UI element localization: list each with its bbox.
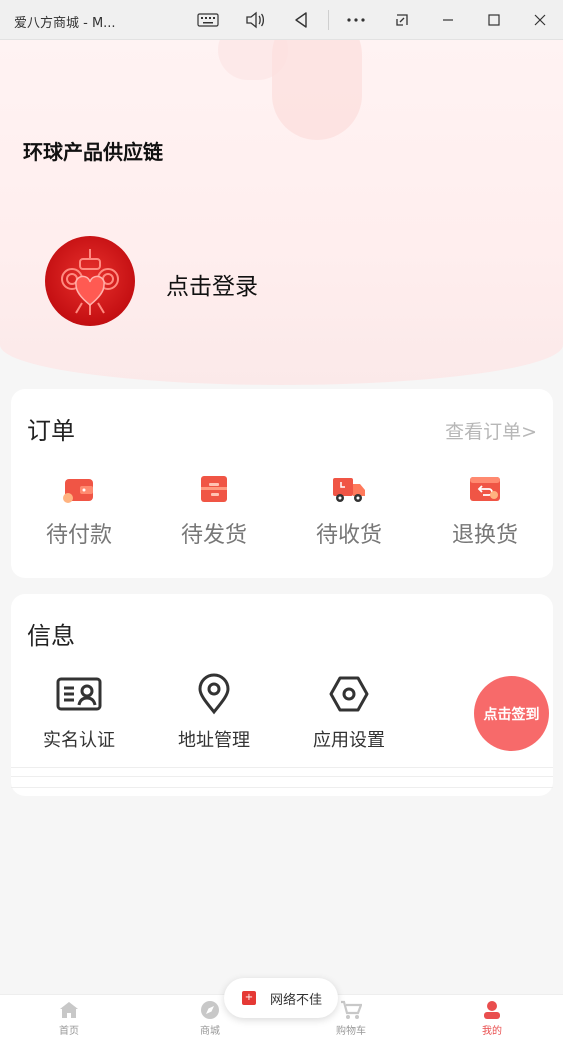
- warning-icon: +: [242, 991, 256, 1005]
- popout-icon[interactable]: [390, 8, 414, 32]
- tab-label: 购物车: [336, 1026, 366, 1037]
- maximize-icon[interactable]: [482, 8, 506, 32]
- tab-label: 首页: [59, 1026, 79, 1037]
- box-icon: [196, 471, 232, 507]
- minimize-icon[interactable]: [436, 8, 460, 32]
- close-icon[interactable]: [528, 8, 552, 32]
- address-management[interactable]: 地址管理: [159, 670, 269, 752]
- id-card-icon: [55, 670, 103, 718]
- info-label: 应用设置: [313, 730, 385, 751]
- back-icon[interactable]: [289, 8, 313, 32]
- home-icon: [58, 999, 80, 1021]
- sign-in-button[interactable]: 点击签到: [474, 676, 549, 751]
- orders-card: 订单 查看订单> 待付款 待发货 待收货 退换货: [11, 389, 553, 578]
- brand-title: 环球产品供应链: [23, 140, 163, 164]
- return-icon: [467, 471, 503, 507]
- truck-icon: [331, 471, 367, 507]
- order-pending-receipt[interactable]: 待收货: [294, 471, 404, 549]
- info-card: 信息 实名认证 地址管理 应用设置: [11, 594, 553, 796]
- info-label: 实名认证: [43, 730, 115, 751]
- tab-home[interactable]: 首页: [29, 999, 109, 1037]
- app-settings[interactable]: 应用设置: [294, 670, 404, 752]
- window-title: 爱八方商城 - M...: [14, 16, 116, 31]
- user-icon: [481, 999, 503, 1021]
- login-link[interactable]: 点击登录: [166, 267, 258, 301]
- volume-icon[interactable]: [243, 8, 267, 32]
- decorative-bubble: [272, 40, 362, 140]
- compass-icon: [199, 999, 221, 1021]
- tab-mine[interactable]: 我的: [452, 999, 532, 1037]
- divider: [11, 787, 553, 788]
- real-name-verification[interactable]: 实名认证: [24, 670, 134, 752]
- avatar[interactable]: [45, 236, 135, 326]
- order-returns[interactable]: 退换货: [430, 471, 540, 549]
- divider: [11, 776, 553, 777]
- network-toast: + 网络不佳: [224, 978, 338, 1018]
- settings-hex-icon: [325, 670, 373, 718]
- view-orders-link[interactable]: 查看订单>: [445, 417, 537, 444]
- more-icon[interactable]: [344, 8, 368, 32]
- order-label: 待付款: [45, 523, 112, 548]
- info-label: 地址管理: [178, 730, 250, 751]
- orders-title: 订单: [27, 417, 75, 445]
- wallet-icon: [61, 471, 97, 507]
- order-pending-payment[interactable]: 待付款: [24, 471, 134, 549]
- title-bar-divider: [328, 10, 329, 30]
- order-label: 退换货: [451, 523, 518, 548]
- cart-icon: [340, 999, 362, 1021]
- chinese-knot-icon: [61, 249, 119, 315]
- profile-header: [0, 40, 563, 385]
- keyboard-icon[interactable]: [196, 8, 220, 32]
- order-label: 待发货: [180, 523, 247, 548]
- toast-message: 网络不佳: [270, 992, 323, 1008]
- order-pending-shipment[interactable]: 待发货: [159, 471, 269, 549]
- window-title-bar: 爱八方商城 - M...: [0, 0, 563, 40]
- divider: [11, 767, 553, 768]
- location-pin-icon: [190, 670, 238, 718]
- tab-label: 商城: [200, 1026, 220, 1037]
- order-label: 待收货: [315, 523, 382, 548]
- tab-label: 我的: [482, 1026, 502, 1037]
- info-title: 信息: [27, 622, 75, 650]
